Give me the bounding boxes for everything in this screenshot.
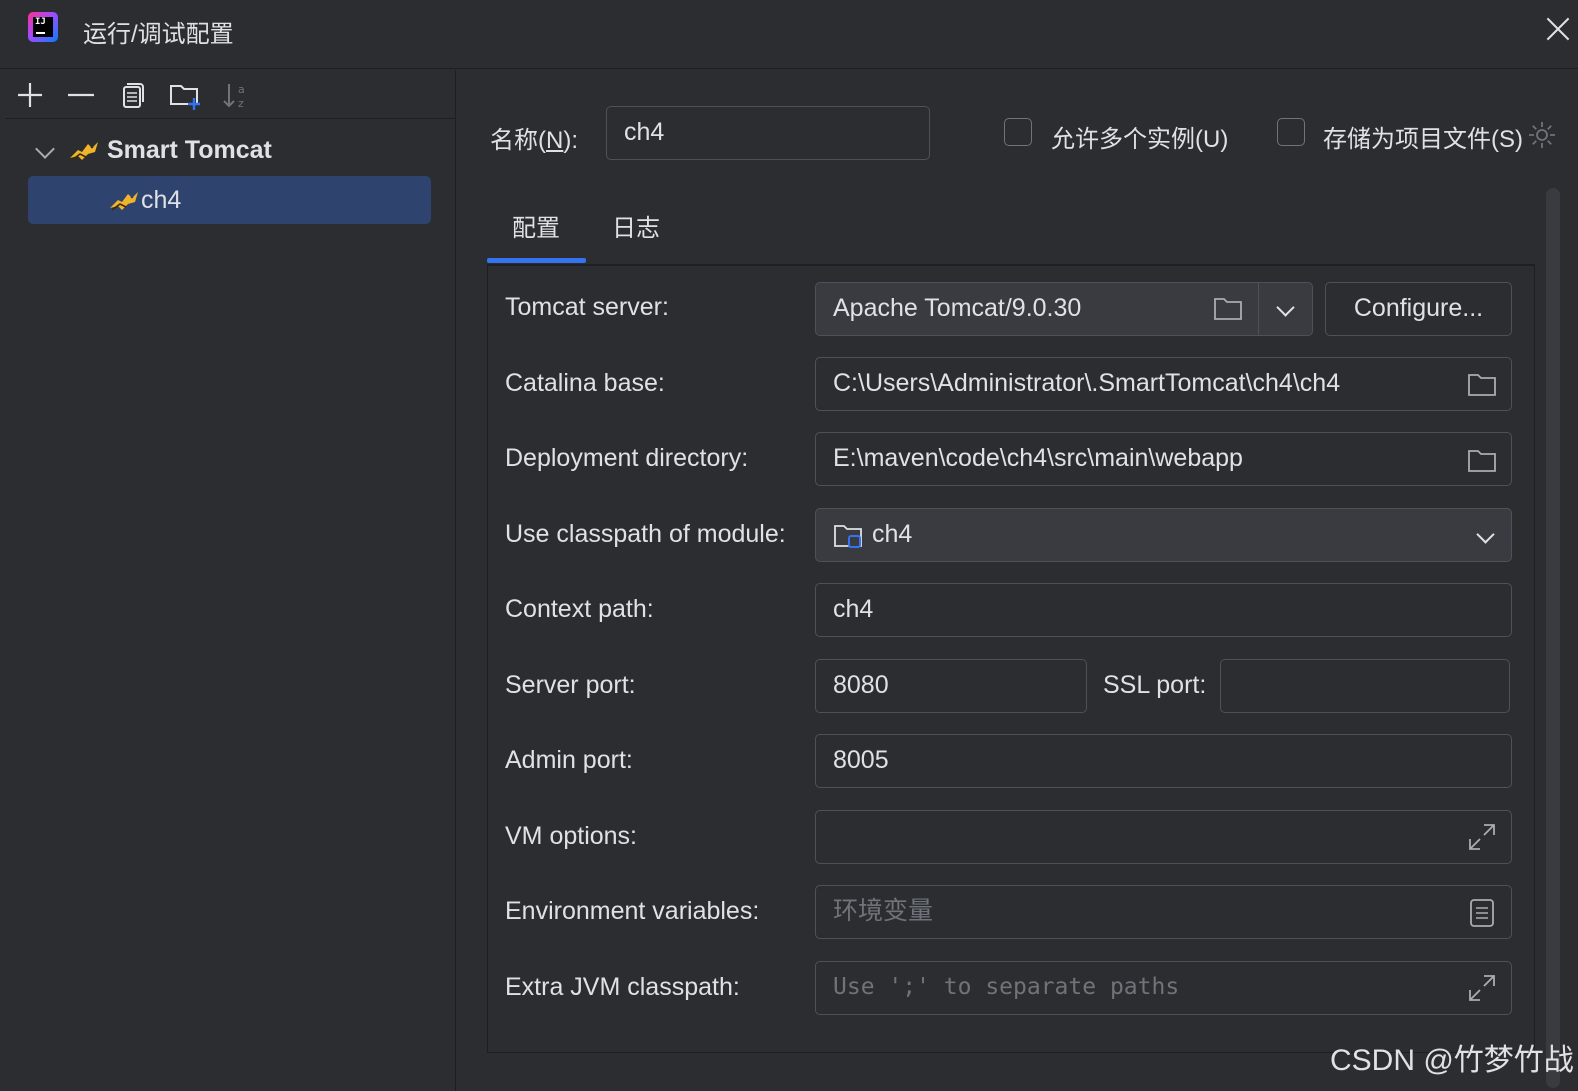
vm-options-input[interactable]: [815, 810, 1512, 864]
close-icon[interactable]: [1544, 14, 1572, 42]
store-as-project-file-label: 存储为项目文件(S): [1323, 126, 1523, 153]
admin-port-label: Admin port:: [505, 746, 633, 774]
svg-text:z: z: [238, 97, 244, 110]
tomcat-server-value: Apache Tomcat/9.0.30: [833, 294, 1082, 322]
store-as-project-file-checkbox[interactable]: [1277, 118, 1305, 146]
extra-jvm-classpath-input[interactable]: Use ';' to separate paths: [815, 961, 1512, 1015]
name-label: 名称(N):: [490, 127, 579, 154]
tomcat-server-label: Tomcat server:: [505, 293, 669, 321]
expand-icon[interactable]: [1467, 973, 1497, 1003]
title-bar: IJ 运行/调试配置: [0, 0, 1578, 69]
gear-icon[interactable]: [1527, 120, 1557, 150]
scrollbar[interactable]: [1546, 188, 1560, 1088]
intellij-logo-icon: IJ: [28, 12, 58, 42]
copy-icon[interactable]: [115, 78, 149, 112]
name-input[interactable]: ch4: [606, 106, 930, 160]
catalina-base-label: Catalina base:: [505, 369, 665, 397]
window-title: 运行/调试配置: [83, 21, 234, 48]
classpath-module-select[interactable]: ch4: [815, 508, 1512, 562]
folder-icon[interactable]: [1213, 295, 1243, 321]
edit-list-icon[interactable]: [1469, 898, 1495, 928]
configurations-sidebar: az Smart Tomcat ch4: [5, 70, 456, 1091]
deployment-directory-label: Deployment directory:: [505, 444, 749, 472]
allow-multiple-checkbox[interactable]: [1004, 118, 1032, 146]
watermark-text: CSDN @竹梦竹战: [1330, 1044, 1574, 1077]
combo-separator: [1258, 283, 1259, 335]
add-icon[interactable]: [13, 78, 47, 112]
ssl-port-label: SSL port:: [1103, 671, 1207, 699]
sidebar-toolbar: az: [5, 70, 455, 119]
tree-item-label: ch4: [141, 186, 182, 214]
new-folder-icon[interactable]: [168, 78, 202, 112]
admin-port-input[interactable]: 8005: [815, 734, 1512, 788]
classpath-module-value: ch4: [872, 520, 913, 548]
tree-item-ch4[interactable]: ch4: [28, 176, 431, 224]
context-path-input[interactable]: ch4: [815, 583, 1512, 637]
server-port-label: Server port:: [505, 671, 636, 699]
server-port-input[interactable]: 8080: [815, 659, 1087, 713]
tab-config[interactable]: 配置: [512, 208, 560, 243]
catalina-base-input[interactable]: C:\Users\Administrator\.SmartTomcat\ch4\…: [815, 357, 1512, 411]
tree-group-label: Smart Tomcat: [107, 136, 272, 164]
expand-icon[interactable]: [1467, 822, 1497, 852]
classpath-module-label: Use classpath of module:: [505, 520, 786, 548]
folder-icon[interactable]: [1467, 371, 1497, 397]
tomcat-icon: [70, 142, 98, 161]
environment-variables-input[interactable]: 环境变量: [815, 885, 1512, 939]
configure-button[interactable]: Configure...: [1325, 282, 1512, 336]
allow-multiple-label: 允许多个实例(U): [1051, 126, 1229, 153]
tomcat-icon: [110, 192, 138, 211]
configuration-editor: 名称(N): ch4 允许多个实例(U) 存储为项目文件(S) 配置 日志 To…: [457, 70, 1578, 1091]
remove-icon[interactable]: [64, 78, 98, 112]
tab-logs[interactable]: 日志: [612, 208, 660, 243]
sort-alphabetically-icon[interactable]: az: [219, 78, 253, 112]
active-tab-indicator: [487, 258, 586, 263]
module-folder-icon: [834, 525, 862, 548]
svg-text:a: a: [238, 83, 245, 96]
ssl-port-input[interactable]: [1220, 659, 1510, 713]
environment-variables-label: Environment variables:: [505, 897, 760, 925]
folder-icon[interactable]: [1467, 447, 1497, 473]
chevron-down-icon[interactable]: [35, 139, 55, 159]
vm-options-label: VM options:: [505, 822, 638, 850]
extra-jvm-classpath-label: Extra JVM classpath:: [505, 973, 740, 1001]
tree-group-smart-tomcat[interactable]: Smart Tomcat: [30, 132, 430, 172]
context-path-label: Context path:: [505, 595, 654, 623]
deployment-directory-input[interactable]: E:\maven\code\ch4\src\main\webapp: [815, 432, 1512, 486]
